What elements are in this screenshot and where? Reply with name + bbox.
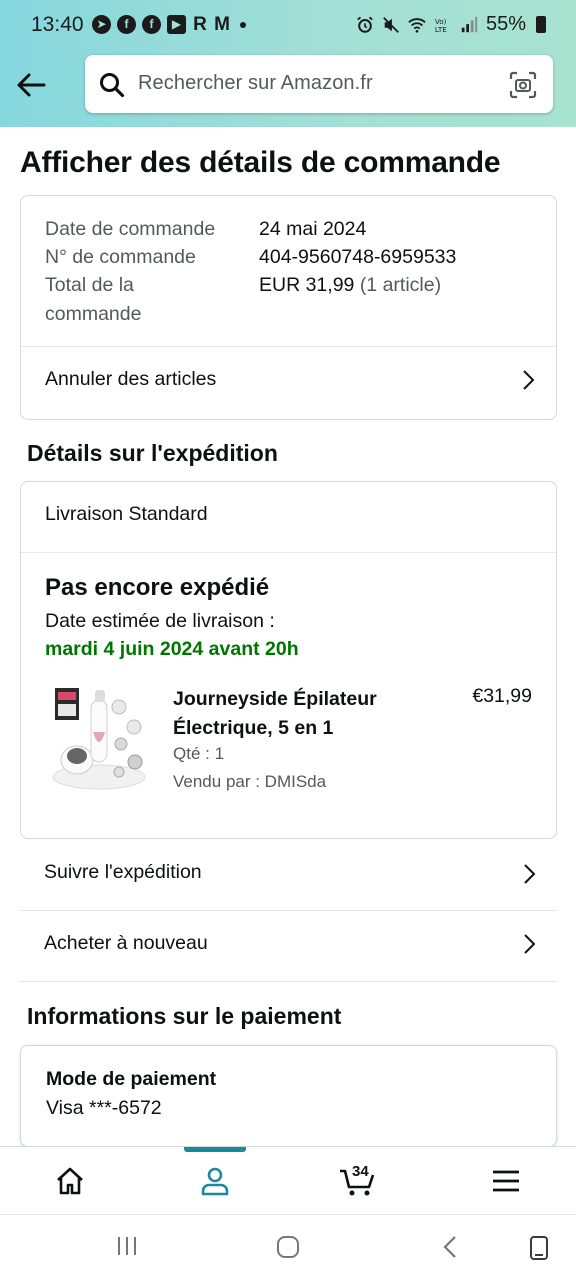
buy-again-label: Acheter à nouveau [44, 932, 208, 954]
gmail-icon: M [214, 14, 230, 35]
order-total-label-2: commande [45, 303, 142, 325]
payment-method-value: Visa ***-6572 [46, 1097, 162, 1119]
back-arrow-icon[interactable] [14, 68, 48, 102]
shipment-status: Pas encore expédié [45, 574, 270, 601]
facebook-icon: f [117, 15, 136, 34]
track-shipment-label: Suivre l'expédition [44, 861, 202, 883]
battery-icon [536, 16, 546, 33]
order-total-label: Total de la [45, 274, 134, 296]
mute-icon [383, 16, 399, 33]
search-icon [100, 73, 125, 98]
telegram-icon: ➤ [92, 15, 111, 34]
r-app-icon: R [193, 14, 207, 35]
order-total-amount: EUR 31,99 [259, 274, 355, 296]
product-image[interactable] [49, 682, 149, 792]
home-icon[interactable] [54, 1165, 86, 1197]
chevron-right-icon [523, 370, 535, 390]
chevron-right-icon [524, 864, 536, 884]
delivery-estimate-label: Date estimée de livraison : [45, 610, 275, 632]
youtube-icon: ▶ [167, 15, 186, 34]
signal-icon [461, 16, 478, 32]
search-bar[interactable]: Rechercher sur Amazon.fr [85, 55, 553, 113]
divider [20, 981, 557, 982]
more-notifications-dot [240, 21, 246, 28]
volte-icon: Vo)LTE [435, 17, 447, 34]
cancel-items-row[interactable]: Annuler des articles [21, 347, 556, 420]
buy-again-row[interactable]: Acheter à nouveau [20, 911, 557, 981]
page-title: Afficher des détails de commande [20, 146, 501, 179]
battery-percent: 55% [485, 13, 526, 35]
order-number-label: N° de commande [45, 246, 196, 268]
track-shipment-row[interactable]: Suivre l'expédition [20, 840, 557, 910]
order-total-value: EUR 31,99 (1 article) [259, 271, 441, 299]
order-date-label: Date de commande [45, 218, 216, 240]
wifi-icon [408, 17, 426, 33]
order-total-items: (1 article) [359, 274, 442, 296]
system-navigation-bar [0, 1214, 576, 1280]
status-bar: 13:40 ➤ f f ▶ R M Vo) LTE 55% [0, 0, 576, 54]
shipment-card: Livraison Standard Pas encore expédié Da… [20, 481, 557, 839]
bottom-navigation: 34 [0, 1146, 576, 1214]
search-input[interactable]: Rechercher sur Amazon.fr [138, 72, 373, 95]
status-right: Vo) LTE 55% [356, 13, 546, 36]
alarm-icon [357, 16, 373, 33]
system-back-icon[interactable] [440, 1235, 460, 1259]
screen-rotate-icon[interactable] [528, 1235, 550, 1261]
product-seller: Vendu par : DMISda [173, 772, 327, 791]
order-date-value: 24 mai 2024 [259, 218, 367, 240]
payment-card: Mode de paiement Visa ***-6572 [20, 1045, 557, 1147]
account-icon[interactable] [199, 1165, 231, 1197]
product-quantity: Qté : 1 [173, 744, 225, 763]
shipping-method: Livraison Standard [45, 503, 208, 525]
camera-scan-icon[interactable] [509, 71, 537, 99]
active-tab-indicator [184, 1147, 246, 1152]
product-name-link[interactable]: Journeyside Épilateur Électrique, 5 en 1 [173, 685, 443, 743]
shipping-section-title: Détails sur l'expédition [27, 440, 278, 466]
order-number-value: 404-9560748-6959533 [259, 246, 457, 268]
cart-count-badge: 34 [352, 1163, 369, 1180]
recent-apps-icon[interactable] [116, 1235, 138, 1257]
svg-text:LTE: LTE [435, 25, 447, 34]
cancel-items-label: Annuler des articles [45, 368, 217, 390]
payment-section-title: Informations sur le paiement [27, 1003, 342, 1029]
payment-method-title: Mode de paiement [46, 1068, 217, 1090]
status-time: 13:40 [31, 13, 84, 36]
order-summary-card: Date de commande 24 mai 2024 N° de comma… [20, 195, 557, 420]
delivery-estimate-date: mardi 4 juin 2024 avant 20h [45, 638, 299, 660]
facebook-icon: f [142, 15, 161, 34]
notification-icons: ➤ f f ▶ R M [92, 15, 246, 34]
home-button-icon[interactable] [276, 1235, 300, 1259]
chevron-right-icon [524, 934, 536, 954]
product-price: €31,99 [472, 685, 532, 707]
menu-icon[interactable] [490, 1165, 522, 1197]
divider [21, 552, 556, 553]
